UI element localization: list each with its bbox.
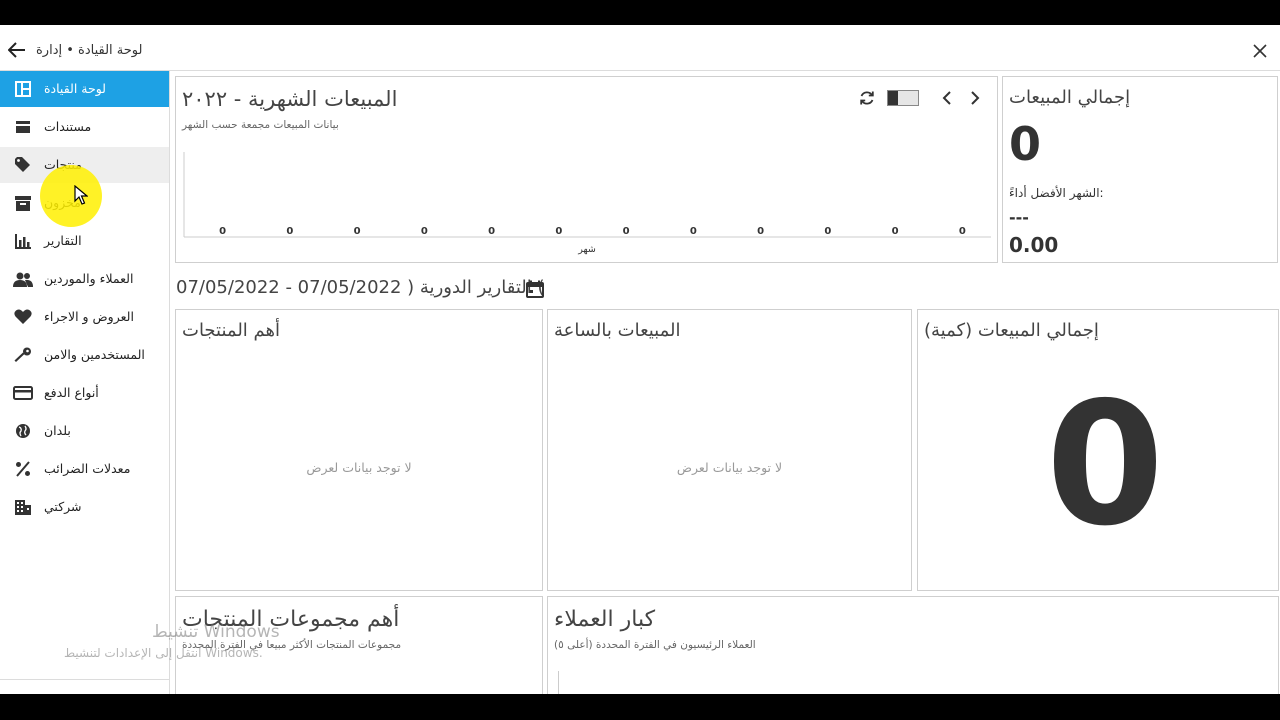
building-icon: [13, 498, 33, 516]
sidebar-item-tax-rates[interactable]: معدلات الضرائب: [0, 451, 169, 487]
close-button[interactable]: [1248, 39, 1272, 63]
sidebar-item-label: بلدان: [44, 423, 71, 438]
sidebar-item-dashboard[interactable]: لوحة القيادة: [0, 71, 169, 107]
sidebar-item-label: العروض و الاجراء: [44, 309, 134, 324]
top-customers-subtitle: (العملاء الرئيسيون في الفترة المحددة (أع…: [554, 639, 756, 651]
refresh-icon: [860, 91, 874, 105]
total-quantity-panel: (إجمالي المبيعات (كمية 0: [917, 309, 1279, 591]
close-icon: [1253, 44, 1267, 58]
documents-icon: [13, 118, 33, 136]
sidebar-item-label: مخزون: [44, 195, 81, 210]
arrow-left-icon: [8, 42, 25, 58]
dashboard-icon: [13, 80, 33, 98]
sidebar-item-payment-types[interactable]: أنواع الدفع: [0, 375, 169, 411]
next-button[interactable]: [964, 87, 986, 109]
sidebar: لوحة القيادة مستندات منتجات مخزون التقار…: [0, 71, 170, 694]
chart-x-axis-label: شهر: [577, 244, 596, 255]
chart-data-label: 0: [555, 226, 562, 237]
total-sales-value: 0: [1009, 117, 1042, 171]
best-month-value: ---: [1009, 208, 1029, 227]
app-window: لوحة القيادة • إدارة لوحة القيادة مستندا…: [0, 25, 1280, 694]
sidebar-item-label: شركتي: [44, 499, 82, 514]
best-month-amount: 0.00: [1009, 233, 1059, 257]
no-data-message: لا توجد بيانات لعرض: [676, 460, 783, 475]
chart-data-label: 0: [623, 226, 630, 237]
sidebar-item-products[interactable]: منتجات: [0, 147, 169, 183]
chevron-left-icon: [942, 91, 951, 105]
chart-data-label: 0: [690, 226, 697, 237]
total-quantity-title: (إجمالي المبيعات (كمية: [924, 320, 1099, 341]
best-month-label: الشهر الأفضل أداءً:: [1009, 186, 1104, 200]
collapse-sidebar-button[interactable]: [140, 691, 160, 694]
total-quantity-value: 0: [1045, 366, 1165, 564]
no-data-message: لا توجد بيانات لعرض: [306, 460, 412, 475]
chart-axis: [558, 671, 559, 694]
back-button[interactable]: [6, 39, 28, 61]
hourly-sales-panel: المبيعات بالساعة لا توجد بيانات لعرض: [547, 309, 912, 591]
sidebar-item-users-security[interactable]: المستخدمين والامن: [0, 337, 169, 373]
sidebar-item-documents[interactable]: مستندات: [0, 109, 169, 145]
sidebar-item-label: المستخدمين والامن: [44, 347, 145, 362]
previous-button[interactable]: [936, 87, 958, 109]
chart-data-label: 0: [354, 226, 361, 237]
bar-chart-icon: [13, 232, 33, 250]
top-product-groups-title: أهم مجموعات المنتجات: [182, 607, 400, 632]
chart-data-label: 0: [824, 226, 831, 237]
sidebar-item-my-company[interactable]: شركتي: [0, 489, 169, 525]
credit-card-icon: [13, 384, 33, 402]
key-icon: [13, 346, 33, 364]
sidebar-item-customers-suppliers[interactable]: العملاء والموردين: [0, 261, 169, 297]
refresh-button[interactable]: [856, 87, 878, 109]
calendar-icon: [526, 280, 544, 298]
sidebar-item-label: معدلات الضرائب: [44, 461, 131, 476]
archive-icon: [13, 194, 33, 212]
title-bar: لوحة القيادة • إدارة: [0, 25, 1280, 71]
breadcrumb: لوحة القيادة • إدارة: [36, 43, 143, 58]
top-customers-panel: كبار العملاء (العملاء الرئيسيون في الفتر…: [547, 596, 1279, 694]
sidebar-item-label: التقارير: [44, 233, 82, 248]
sidebar-item-reports[interactable]: التقارير: [0, 223, 169, 259]
sidebar-item-label: أنواع الدفع: [44, 385, 99, 400]
chart-data-label: 0: [488, 226, 495, 237]
sidebar-item-label: مستندات: [44, 119, 92, 134]
total-sales-title: إجمالي المبيعات: [1009, 87, 1131, 108]
hourly-sales-title: المبيعات بالساعة: [554, 320, 681, 341]
chart-data-label: 0: [892, 226, 899, 237]
globe-icon: [13, 422, 33, 440]
sidebar-item-countries[interactable]: بلدان: [0, 413, 169, 449]
heart-icon: [13, 308, 33, 326]
chart-data-label: 0: [219, 226, 226, 237]
top-product-groups-panel: أهم مجموعات المنتجات مجموعات المنتجات ال…: [175, 596, 543, 694]
monthly-sales-panel: 0 0 0 0 0 0 0 0 0 0 0 0 شهر المبيعات الشهرية - ٢٠٢٢ …: [175, 76, 998, 263]
users-icon: [13, 270, 33, 288]
period-label: 07/05/2022 - 07/05/2022 ) التقارير الدور…: [176, 277, 545, 298]
sidebar-item-label: منتجات: [44, 157, 82, 172]
top-customers-title: كبار العملاء: [554, 607, 656, 632]
percent-icon: [13, 460, 33, 478]
chart-data-label: 0: [959, 226, 966, 237]
monthly-sales-subtitle: بيانات المبيعات مجمعة حسب الشهر: [182, 119, 339, 131]
tag-icon: [13, 156, 33, 174]
top-products-title: أهم المنتجات: [182, 320, 280, 341]
chart-data-label: 0: [757, 226, 764, 237]
sidebar-item-label: العملاء والموردين: [44, 271, 134, 286]
top-product-groups-subtitle: مجموعات المنتجات الأكثر مبيعا في الفترة …: [182, 639, 402, 651]
sidebar-item-offers[interactable]: العروض و الاجراء: [0, 299, 169, 335]
chart-data-label: 0: [286, 226, 293, 237]
sidebar-divider: [0, 679, 169, 680]
calendar-button[interactable]: [524, 278, 546, 300]
sidebar-item-inventory[interactable]: مخزون: [0, 185, 169, 221]
chart-data-label: 0: [421, 226, 428, 237]
toggle-knob: [888, 91, 898, 105]
chevron-right-icon: [971, 91, 980, 105]
top-products-panel: أهم المنتجات لا توجد بيانات لعرض: [175, 309, 543, 591]
sidebar-item-label: لوحة القيادة: [44, 81, 106, 96]
monthly-sales-title: المبيعات الشهرية - ٢٠٢٢: [182, 87, 398, 111]
total-sales-panel: إجمالي المبيعات 0 الشهر الأفضل أداءً: --…: [1002, 76, 1278, 263]
chart-toggle-switch[interactable]: [887, 90, 919, 106]
